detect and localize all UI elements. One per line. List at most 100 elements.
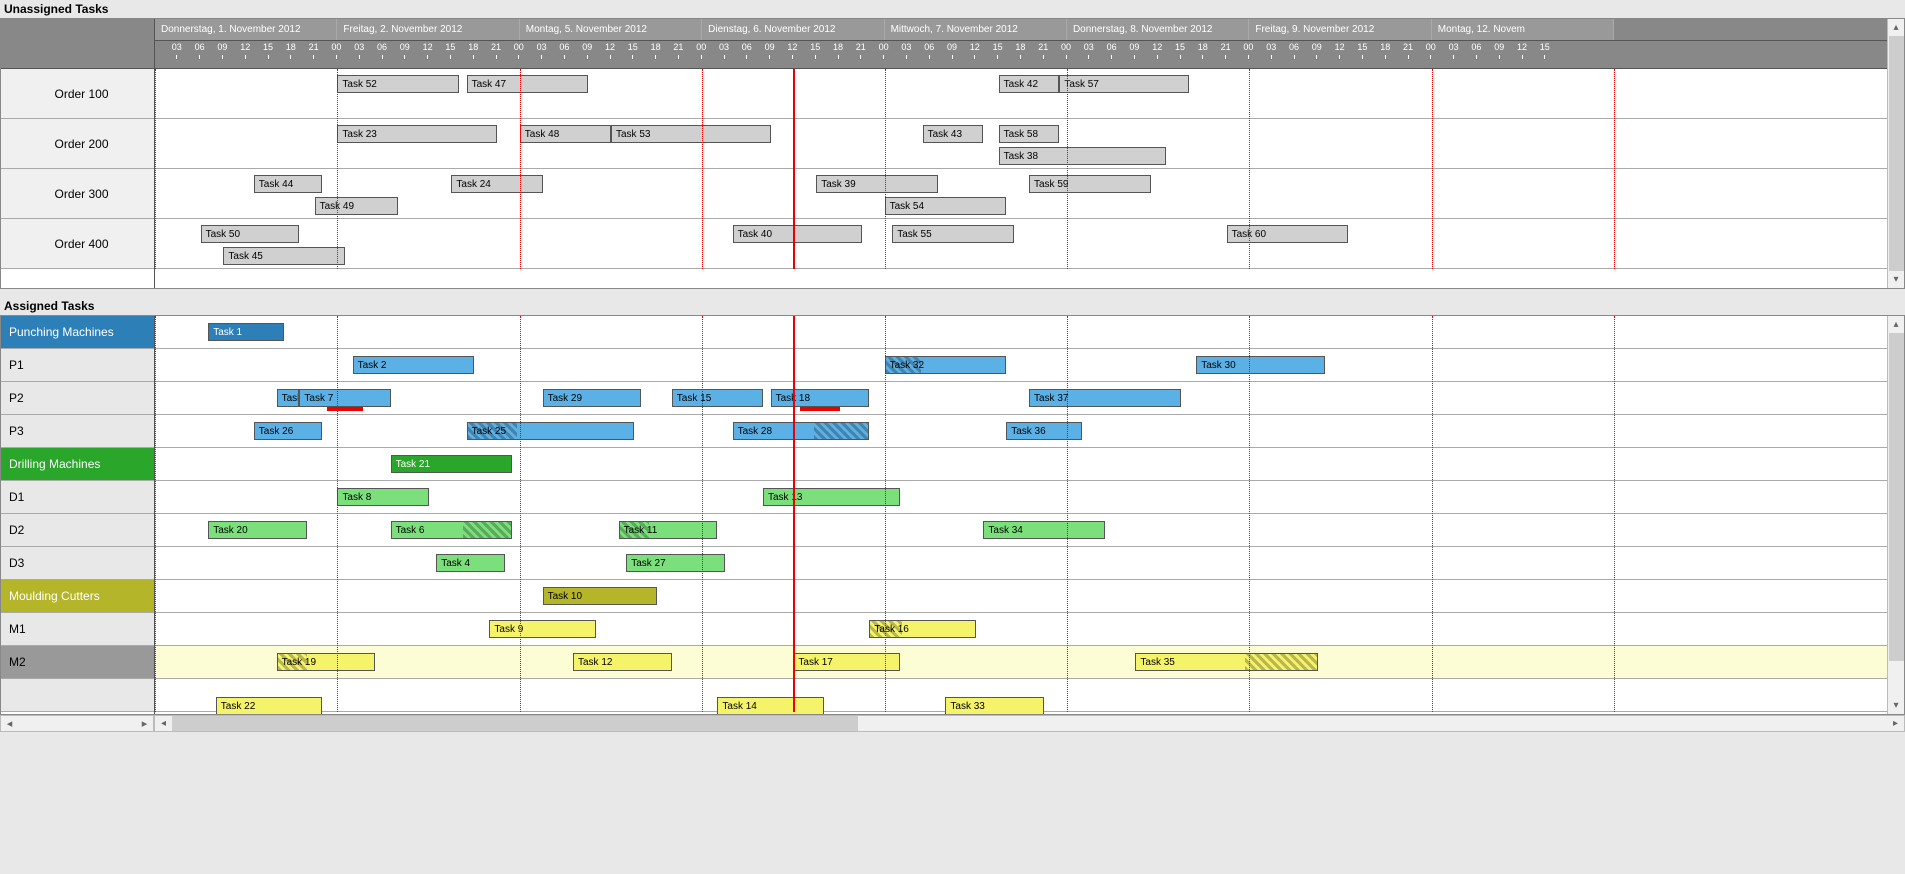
gantt-row[interactable]: Task 21 <box>155 448 1887 481</box>
task-bar[interactable]: Task 44 <box>254 175 322 193</box>
task-bar[interactable]: Task 40 <box>733 225 862 243</box>
resource-row-header[interactable]: D3 <box>1 547 154 580</box>
resource-group-header[interactable]: Drilling Machines <box>1 448 154 481</box>
task-bar[interactable]: Task 12 <box>573 653 672 671</box>
task-bar[interactable]: Task 11 <box>619 521 718 539</box>
task-bar[interactable]: Task 22 <box>216 697 322 714</box>
task-bar[interactable]: Task 36 <box>1006 422 1082 440</box>
task-bar[interactable]: Task 29 <box>543 389 642 407</box>
task-bar[interactable]: Task 32 <box>885 356 1007 374</box>
assigned-right-panel[interactable]: Task 1Task 2Task 32Task 30Task 3Task 7Ta… <box>155 316 1887 714</box>
task-bar[interactable]: Task 19 <box>277 653 376 671</box>
task-bar[interactable]: Task 45 <box>223 247 345 265</box>
task-bar[interactable]: Task 4 <box>436 554 504 572</box>
task-bar[interactable]: Task 39 <box>816 175 938 193</box>
task-bar[interactable]: Task 8 <box>337 488 428 506</box>
task-bar[interactable]: Task 34 <box>983 521 1105 539</box>
resource-row-header[interactable]: P2 <box>1 382 154 415</box>
task-bar[interactable]: Task 25 <box>467 422 634 440</box>
order-row-header[interactable]: Order 400 <box>1 219 154 269</box>
left-hscroll[interactable]: ◂ ▸ <box>0 715 154 732</box>
gantt-row[interactable]: Task 19 Task 12 Task 17 Task 35 <box>155 646 1887 679</box>
gantt-row[interactable]: Task 22Task 14Task 33 <box>155 679 1887 712</box>
task-bar[interactable]: Task 42 <box>999 75 1060 93</box>
task-bar[interactable]: Task 54 <box>885 197 1007 215</box>
task-bar[interactable]: Task 24 <box>451 175 542 193</box>
task-bar[interactable]: Task 48 <box>520 125 611 143</box>
unassigned-right-panel[interactable]: Donnerstag, 1. November 2012Freitag, 2. … <box>155 19 1887 288</box>
task-bar[interactable]: Task 13 <box>763 488 900 506</box>
order-row-header[interactable]: Order 300 <box>1 169 154 219</box>
task-bar[interactable]: Task 53 <box>611 125 771 143</box>
task-bar[interactable]: Task 28 <box>733 422 870 440</box>
task-bar[interactable]: Task 6 <box>391 521 513 539</box>
task-bar[interactable]: Task 21 <box>391 455 513 473</box>
unassigned-chart-body[interactable]: Task 52Task 47Task 42Task 57Task 23Task … <box>155 69 1887 269</box>
resource-row-header[interactable] <box>1 679 154 712</box>
task-bar[interactable]: Task 7 <box>299 389 390 407</box>
gantt-row[interactable]: Task 26 Task 25 Task 28 Task 36 <box>155 415 1887 448</box>
task-bar[interactable]: Task 9 <box>489 620 595 638</box>
order-row-header[interactable]: Order 100 <box>1 69 154 119</box>
resource-row-header[interactable]: P3 <box>1 415 154 448</box>
resource-row-header[interactable]: D2 <box>1 514 154 547</box>
resource-group-header[interactable]: Punching Machines <box>1 316 154 349</box>
task-bar[interactable]: Task 57 <box>1059 75 1188 93</box>
task-bar[interactable]: Task 43 <box>923 125 984 143</box>
horizontal-scrollbar[interactable]: ◂ ▸ <box>154 715 1905 732</box>
order-row-header[interactable]: Order 200 <box>1 119 154 169</box>
gantt-row[interactable]: Task 9 Task 16 <box>155 613 1887 646</box>
task-bar[interactable]: Task 26 <box>254 422 322 440</box>
resource-row-header[interactable]: M2 <box>1 646 154 679</box>
task-bar[interactable]: Task 27 <box>626 554 725 572</box>
gantt-row[interactable]: Task 3Task 7 Task 29 Task 15 Task 18 Task 37 <box>155 382 1887 415</box>
task-bar[interactable]: Task 10 <box>543 587 657 605</box>
task-bar[interactable]: Task 59 <box>1029 175 1151 193</box>
task-bar[interactable]: Task 18 <box>771 389 870 407</box>
scroll-left-arrow[interactable]: ◂ <box>1 717 18 730</box>
task-bar[interactable]: Task 16 <box>869 620 975 638</box>
gantt-row[interactable]: Task 4 Task 27 <box>155 547 1887 580</box>
vertical-scrollbar[interactable]: ▴ ▾ <box>1887 19 1904 288</box>
task-bar[interactable]: Task 30 <box>1196 356 1325 374</box>
gantt-row[interactable]: Task 50 Task 45 Task 40 Task 55 Task 60 <box>155 219 1887 269</box>
task-bar[interactable]: Task 23 <box>337 125 497 143</box>
task-bar[interactable]: Task 55 <box>892 225 1014 243</box>
task-bar[interactable]: Task 15 <box>672 389 763 407</box>
task-bar[interactable]: Task 49 <box>315 197 399 215</box>
task-bar[interactable]: Task 37 <box>1029 389 1181 407</box>
scroll-down-arrow[interactable]: ▾ <box>1888 271 1904 288</box>
scroll-down-arrow[interactable]: ▾ <box>1888 697 1904 714</box>
gantt-row[interactable]: Task 2 Task 32 Task 30 <box>155 349 1887 382</box>
scroll-left-arrow[interactable]: ◂ <box>155 716 172 731</box>
scroll-up-arrow[interactable]: ▴ <box>1888 19 1904 36</box>
task-bar[interactable]: Task 38 <box>999 147 1166 165</box>
task-bar[interactable]: Task 47 <box>467 75 589 93</box>
gantt-row[interactable]: Task 23 Task 48Task 53 Task 43 Task 58 Task … <box>155 119 1887 169</box>
assigned-chart-body[interactable]: Task 1Task 2Task 32Task 30Task 3Task 7Ta… <box>155 316 1887 712</box>
task-bar[interactable]: Task 52 <box>337 75 459 93</box>
vertical-scrollbar[interactable]: ▴ ▾ <box>1887 316 1904 714</box>
gantt-row[interactable]: Task 1 <box>155 316 1887 349</box>
task-bar[interactable]: Task 3 <box>277 389 300 407</box>
resource-row-header[interactable]: P1 <box>1 349 154 382</box>
gantt-row[interactable]: Task 52 Task 47 Task 42Task 57 <box>155 69 1887 119</box>
gantt-row[interactable]: Task 10 <box>155 580 1887 613</box>
resource-row-header[interactable]: D1 <box>1 481 154 514</box>
resource-row-header[interactable]: M1 <box>1 613 154 646</box>
gantt-row[interactable]: Task 20 Task 6 Task 11 Task 34 <box>155 514 1887 547</box>
task-bar[interactable]: Task 58 <box>999 125 1060 143</box>
task-bar[interactable]: Task 20 <box>208 521 307 539</box>
resource-group-header[interactable]: Moulding Cutters <box>1 580 154 613</box>
task-bar[interactable]: Task 60 <box>1227 225 1349 243</box>
scroll-right-arrow[interactable]: ▸ <box>1887 716 1904 731</box>
task-bar[interactable]: Task 35 <box>1135 653 1317 671</box>
task-bar[interactable]: Task 2 <box>353 356 475 374</box>
gantt-row[interactable]: Task 8 Task 13 <box>155 481 1887 514</box>
task-bar[interactable]: Task 1 <box>208 323 284 341</box>
scroll-right-arrow[interactable]: ▸ <box>136 717 153 730</box>
task-bar[interactable]: Task 50 <box>201 225 300 243</box>
task-bar[interactable]: Task 17 <box>793 653 899 671</box>
task-bar[interactable]: Task 33 <box>945 697 1044 714</box>
scroll-up-arrow[interactable]: ▴ <box>1888 316 1904 333</box>
